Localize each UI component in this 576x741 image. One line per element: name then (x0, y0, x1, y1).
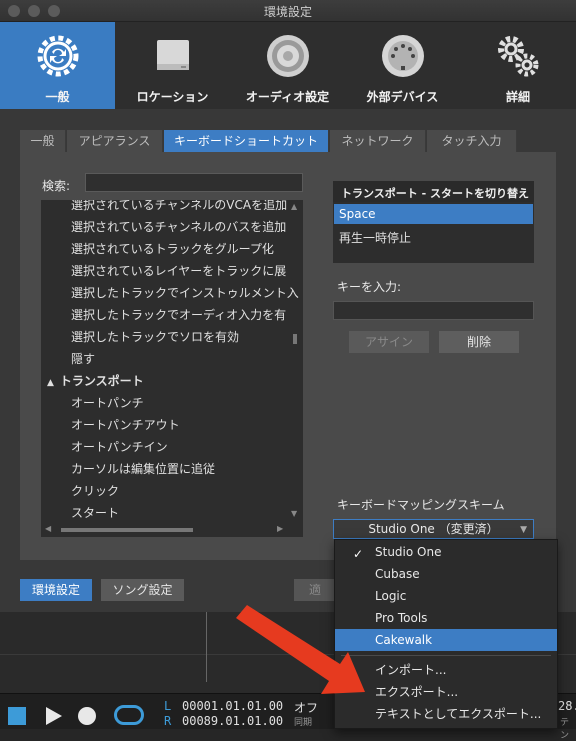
gear-cycle-icon (37, 35, 78, 77)
list-item[interactable]: カーソルは編集位置に追従 (71, 460, 215, 482)
record-icon[interactable] (78, 707, 96, 725)
delete-button[interactable]: 削除 (439, 331, 519, 353)
song-settings-button[interactable]: ソング設定 (101, 579, 184, 601)
sync-label: 同期 (294, 718, 313, 728)
tab-appearance[interactable]: アピアランス (67, 130, 163, 152)
list-item[interactable]: 選択されているチャンネルのバスを追加 (71, 218, 286, 240)
toolbar-label: 一般 (45, 90, 70, 104)
list-item[interactable]: 選択されているチャンネルのVCAを追加 (71, 200, 287, 218)
command-key-box: トランスポート - スタートを切り替え Space 再生一時停止 (333, 181, 534, 263)
tab-keyboard-shortcuts[interactable]: キーボードショートカット (164, 130, 329, 152)
tab-network[interactable]: ネットワーク (330, 130, 426, 152)
key-binding[interactable]: 再生一時停止 (339, 229, 411, 246)
list-item[interactable]: オートパンチ (71, 394, 144, 416)
loop-toggle-button[interactable] (8, 707, 26, 725)
mapping-scheme-menu: ✓ Studio One Cubase Logic Pro Tools Cakew… (334, 539, 558, 729)
menu-item-studio-one[interactable]: ✓ Studio One (335, 541, 557, 563)
group-header-transport[interactable]: ▲ トランスポート (47, 372, 144, 394)
list-item[interactable]: 選択したトラックでインストゥルメント入 (71, 284, 299, 306)
preferences-window: 環境設定 一般 ロケーション オーディオ設定 外部デバイス 詳細 一般 アピアラ… (0, 0, 576, 741)
key-input-label: キーを入力: (337, 280, 402, 294)
search-label: 検索: (42, 179, 71, 193)
tab-general[interactable]: 一般 (20, 130, 66, 152)
list-item[interactable]: 選択したトラックでソロを有効 (71, 328, 239, 350)
command-title: トランスポート - スタートを切り替え (333, 181, 534, 202)
toolbar-label: 外部デバイス (366, 90, 439, 104)
menu-item-cubase[interactable]: Cubase (335, 563, 557, 585)
triangle-down-icon: ▲ (47, 378, 54, 388)
list-item[interactable]: 選択したトラックでオーディオ入力を有 (71, 306, 286, 328)
command-list[interactable]: 選択されているチャンネルのVCAを追加 選択されているチャンネルのバスを追加 選… (41, 200, 303, 523)
chevron-down-icon: ▼ (520, 525, 527, 535)
loop-icon[interactable] (114, 705, 144, 725)
toolbar-general[interactable]: 一般 (0, 22, 115, 109)
scroll-up-icon[interactable]: ▲ (291, 202, 297, 211)
list-item[interactable]: オートパンチアウト (71, 416, 180, 438)
list-item[interactable]: 選択されているトラックをグループ化 (71, 240, 274, 262)
key-binding-selected[interactable]: Space (334, 204, 533, 224)
toolbar-external-devices[interactable]: 外部デバイス (345, 22, 460, 109)
scroll-right-icon[interactable]: ▶ (277, 524, 283, 533)
play-icon[interactable] (46, 707, 62, 725)
menu-item-label: Studio One (375, 545, 442, 559)
list-item[interactable]: スタート (71, 504, 119, 523)
midi-port-icon (381, 35, 424, 77)
scroll-down-icon[interactable]: ▼ (291, 509, 297, 518)
window-title: 環境設定 (263, 5, 312, 19)
toolbar-label: ロケーション (136, 90, 209, 104)
left-locator-position[interactable]: 00001.01.01.00 (182, 699, 283, 713)
sync-status[interactable]: オフ (294, 699, 318, 716)
menu-item-logic[interactable]: Logic (335, 585, 557, 607)
mapping-scheme-value: Studio One （変更済） (368, 522, 499, 536)
search-input[interactable] (85, 173, 303, 192)
apply-button[interactable]: 適 (294, 579, 336, 601)
scroll-thumb[interactable] (61, 528, 193, 532)
menu-item-export[interactable]: エクスポート... (335, 681, 557, 703)
key-input-field[interactable] (333, 301, 534, 320)
scroll-left-icon[interactable]: ◀ (45, 524, 51, 533)
drive-icon (156, 40, 189, 70)
tempo-value[interactable]: 28. (558, 699, 576, 713)
timeline-divider (206, 612, 207, 682)
toolbar-label: 詳細 (505, 90, 530, 104)
checkmark-icon: ✓ (353, 547, 364, 561)
left-locator-label: L (164, 699, 172, 713)
tab-touch-input[interactable]: タッチ入力 (427, 130, 517, 152)
menu-item-pro-tools[interactable]: Pro Tools (335, 607, 557, 629)
tempo-label: テン (560, 718, 570, 741)
preferences-button[interactable]: 環境設定 (20, 579, 92, 601)
speaker-icon (266, 35, 309, 77)
list-item[interactable]: 選択されているレイヤーをトラックに展 (71, 262, 286, 284)
list-item[interactable]: クリック (71, 482, 119, 504)
vertical-scrollbar[interactable]: ▲ ▼ (287, 200, 303, 523)
toolbar-advanced[interactable]: 詳細 (460, 22, 576, 109)
list-item[interactable]: オートパンチイン (71, 438, 168, 460)
menu-item-export-as-text[interactable]: テキストとしてエクスポート... (335, 703, 557, 725)
assign-button[interactable]: アサイン (349, 331, 429, 353)
toolbar-audio-setup[interactable]: オーディオ設定 (230, 22, 345, 109)
gears-icon (498, 36, 539, 77)
menu-separator (341, 655, 551, 656)
title-bar: 環境設定 (0, 0, 576, 22)
menu-item-cakewalk[interactable]: Cakewalk (335, 629, 557, 651)
scroll-thumb[interactable] (293, 334, 297, 344)
toolbar-locations[interactable]: ロケーション (115, 22, 230, 109)
mapping-scheme-label: キーボードマッピングスキーム (337, 498, 505, 512)
horizontal-scrollbar[interactable]: ◀ ▶ (41, 523, 303, 537)
right-locator-position[interactable]: 00089.01.01.00 (182, 714, 283, 728)
toolbar-label: オーディオ設定 (245, 90, 330, 104)
list-item[interactable]: 隠す (71, 350, 95, 372)
menu-item-import[interactable]: インポート... (335, 659, 557, 681)
group-label: トランスポート (59, 374, 144, 388)
preferences-toolbar: 一般 ロケーション オーディオ設定 外部デバイス 詳細 (0, 22, 576, 109)
right-locator-label: R (164, 714, 172, 728)
mapping-scheme-dropdown[interactable]: Studio One （変更済） ▼ (333, 519, 534, 539)
